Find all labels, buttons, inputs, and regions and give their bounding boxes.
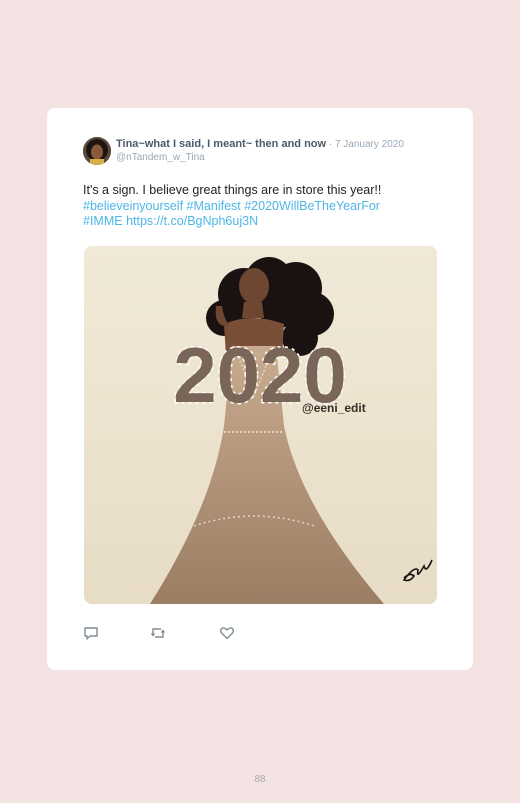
- tweet-author: Tina~what I said, I meant~ then and now …: [116, 138, 466, 163]
- illustration: 2020 @eeni_edit: [84, 246, 437, 604]
- tweet-link[interactable]: https://t.co/BgNph6uj3N: [126, 214, 258, 228]
- media-watermark: @eeni_edit: [302, 401, 366, 415]
- reply-icon[interactable]: [83, 625, 99, 641]
- tweet-text-plain: It's a sign. I believe great things are …: [83, 183, 382, 197]
- author-handle[interactable]: @nTandem_w_Tina: [116, 152, 466, 163]
- hashtag-link[interactable]: #IMME: [83, 214, 123, 228]
- face-shape: [239, 268, 269, 304]
- tweet-date[interactable]: 7 January 2020: [335, 139, 404, 150]
- like-icon[interactable]: [219, 625, 235, 641]
- tweet-card: Tina~what I said, I meant~ then and now …: [47, 108, 473, 670]
- hashtag-link[interactable]: #2020WillBeTheYearFor: [244, 199, 380, 213]
- avatar[interactable]: [83, 137, 111, 165]
- page-number: 88: [254, 774, 266, 785]
- author-name[interactable]: Tina~what I said, I meant~ then and now: [116, 138, 326, 150]
- retweet-icon[interactable]: [150, 625, 166, 641]
- avatar-image: [83, 137, 111, 165]
- tweet-text: It's a sign. I believe great things are …: [83, 183, 423, 230]
- hashtag-link[interactable]: #Manifest: [187, 199, 241, 213]
- tweet-media-image[interactable]: 2020 @eeni_edit: [84, 246, 437, 604]
- hashtag-link[interactable]: #believeinyourself: [83, 199, 183, 213]
- separator: ·: [326, 139, 335, 150]
